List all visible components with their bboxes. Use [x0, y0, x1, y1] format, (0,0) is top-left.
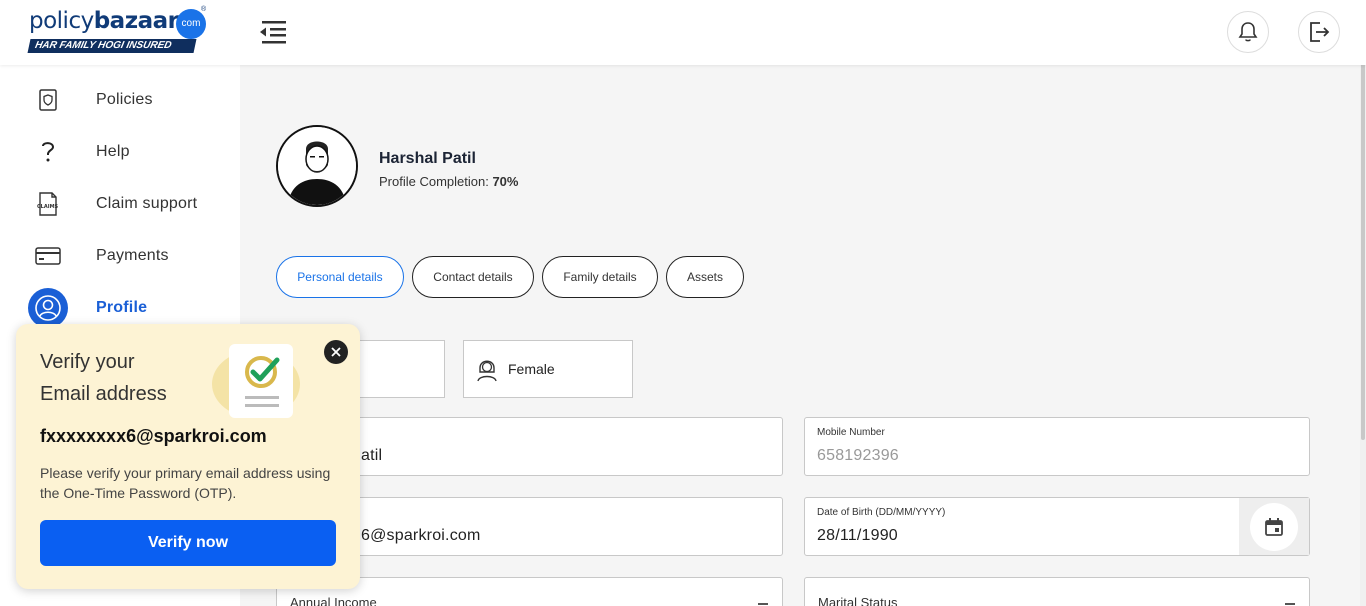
calendar-button[interactable]: [1250, 502, 1298, 551]
tab-assets[interactable]: Assets: [666, 256, 744, 298]
gender-female-label: Female: [508, 361, 555, 377]
sidebar-item-label: Claim support: [96, 195, 198, 212]
top-header: policybazaar com ® HAR FAMILY HOGI INSUR…: [0, 0, 1366, 65]
profile-completion-value: 70%: [492, 174, 519, 189]
policybazaar-logo[interactable]: policybazaar com ® HAR FAMILY HOGI INSUR…: [27, 6, 209, 56]
logo-com-badge: com: [176, 9, 206, 39]
notifications-button[interactable]: [1227, 11, 1269, 53]
menu-collapse-icon: [260, 21, 286, 44]
shield-document-icon: [28, 80, 68, 120]
sidebar-item-label: Payments: [96, 247, 169, 264]
verify-email-popup: Verify your Email address fxxxxxxxx6@spa…: [16, 324, 360, 589]
calendar-icon: [1265, 517, 1283, 536]
question-mark-icon: [28, 132, 68, 172]
avatar: [276, 125, 358, 207]
chevron-down-icon: [1285, 603, 1295, 605]
logo-wordmark: policybazaar: [29, 8, 179, 34]
sidebar-item-policies[interactable]: Policies: [0, 77, 240, 123]
full-name-value: atil: [361, 447, 383, 464]
logout-icon: [1310, 22, 1330, 42]
sidebar-item-label: Help: [96, 143, 130, 160]
claims-document-icon: CLAIMS: [28, 184, 68, 224]
tab-contact-details[interactable]: Contact details: [412, 256, 534, 298]
date-of-birth-value: 28/11/1990: [817, 527, 898, 544]
logo-registered-mark: ®: [201, 6, 207, 13]
close-icon: [331, 347, 341, 357]
profile-name: Harshal Patil: [379, 150, 476, 167]
mobile-number-value: 658192396: [817, 447, 899, 464]
female-icon: [477, 360, 497, 382]
user-avatar-illustration: [278, 127, 356, 205]
date-of-birth-label: Date of Birth (DD/MM/YYYY): [817, 507, 946, 518]
popup-close-button[interactable]: [324, 340, 348, 364]
annual-income-label: Annual Income: [290, 595, 377, 606]
scrollbar-thumb[interactable]: [1361, 0, 1365, 440]
marital-status-label: Marital Status: [818, 595, 898, 606]
sidebar-item-claim-support[interactable]: CLAIMS Claim support: [0, 181, 240, 227]
page-scrollbar[interactable]: [1360, 0, 1366, 606]
logout-button[interactable]: [1298, 11, 1340, 53]
bell-icon: [1238, 22, 1258, 42]
user-icon: [28, 288, 68, 328]
date-of-birth-field[interactable]: Date of Birth (DD/MM/YYYY) 28/11/1990: [804, 497, 1310, 556]
verify-now-button[interactable]: Verify now: [40, 520, 336, 566]
card-icon: [28, 236, 68, 276]
profile-completion-label: Profile Completion:: [379, 174, 489, 189]
popup-masked-email: fxxxxxxxx6@sparkroi.com: [40, 426, 267, 446]
gender-female-option[interactable]: Female: [463, 340, 633, 398]
svg-text:CLAIMS: CLAIMS: [37, 204, 59, 210]
sidebar-item-help[interactable]: Help: [0, 129, 240, 175]
popup-title: Verify your Email address: [40, 346, 240, 410]
popup-title-line2: Email address: [40, 383, 167, 405]
tab-family-details[interactable]: Family details: [542, 256, 658, 298]
marital-status-select[interactable]: Marital Status: [804, 577, 1310, 606]
mobile-number-label: Mobile Number: [817, 427, 885, 438]
popup-description: Please verify your primary email address…: [40, 465, 331, 501]
tab-personal-details[interactable]: Personal details: [276, 256, 404, 298]
calendar-button-wrap: [1239, 498, 1309, 555]
mobile-number-field[interactable]: Mobile Number 658192396: [804, 417, 1310, 476]
email-value: 6@sparkroi.com: [361, 527, 481, 544]
menu-collapse-button[interactable]: [258, 18, 288, 46]
profile-completion: Profile Completion: 70%: [379, 174, 518, 189]
logo-tagline: HAR FAMILY HOGI INSURED: [27, 39, 197, 53]
sidebar-item-label: Profile: [96, 299, 148, 316]
popup-title-line1: Verify your: [40, 351, 135, 373]
sidebar-item-label: Policies: [96, 91, 153, 108]
chevron-down-icon: [758, 603, 768, 605]
sidebar-item-payments[interactable]: Payments: [0, 233, 240, 279]
